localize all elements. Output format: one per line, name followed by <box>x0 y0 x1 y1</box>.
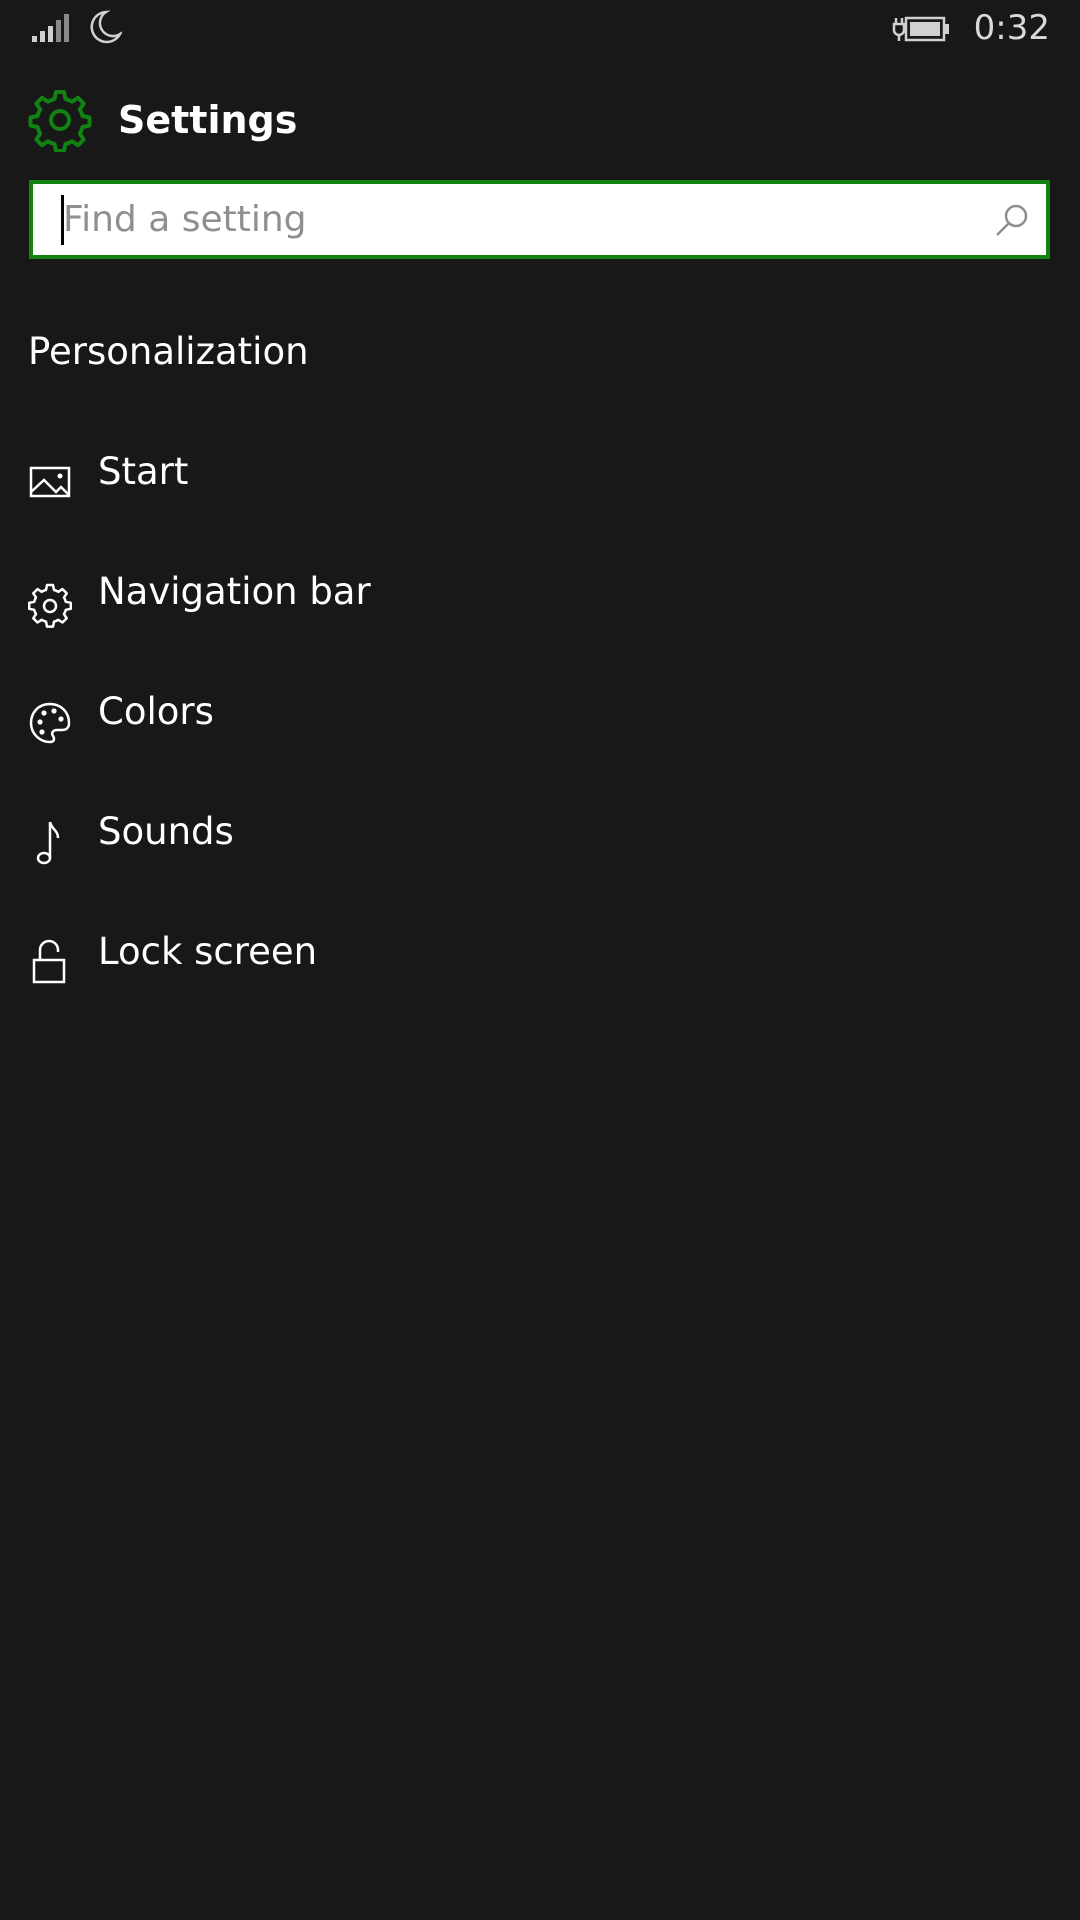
picture-icon <box>29 466 71 498</box>
menu-item-sounds[interactable]: Sounds <box>0 796 1080 916</box>
signal-icon <box>32 14 69 42</box>
menu-item-start[interactable]: Start <box>0 436 1080 556</box>
menu-item-navigation-bar[interactable]: Navigation bar <box>0 556 1080 676</box>
text-caret <box>61 195 64 245</box>
search-box[interactable] <box>29 180 1050 259</box>
status-clock: 0:32 <box>973 8 1050 48</box>
gear-icon <box>28 583 72 628</box>
gear-icon <box>28 90 92 152</box>
search-input[interactable] <box>63 184 993 255</box>
battery-charging-icon <box>892 16 949 42</box>
palette-icon <box>29 702 71 744</box>
moon-icon <box>90 10 122 44</box>
menu-item-colors[interactable]: Colors <box>0 676 1080 796</box>
menu-item-label: Colors <box>98 690 214 733</box>
menu-item-label: Sounds <box>98 810 234 853</box>
search-icon[interactable] <box>994 202 1030 238</box>
music-note-icon <box>36 821 60 865</box>
menu-item-lock-screen[interactable]: Lock screen <box>0 916 1080 1036</box>
menu-item-label: Lock screen <box>98 930 318 973</box>
section-title: Personalization <box>28 330 309 373</box>
page-header: Settings <box>28 88 297 152</box>
menu-item-label: Start <box>98 450 189 493</box>
status-bar: 0:32 <box>0 0 1080 58</box>
menu-item-label: Navigation bar <box>98 570 371 613</box>
page-title: Settings <box>118 98 298 142</box>
lock-icon <box>32 939 66 984</box>
settings-menu: Start Navigation bar Colors Sounds Lock … <box>0 436 1080 1036</box>
